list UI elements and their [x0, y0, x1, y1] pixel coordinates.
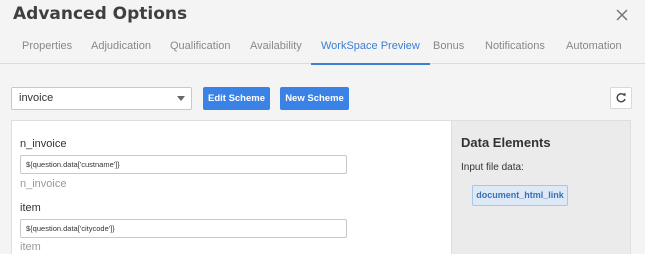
- tab-workspace-preview[interactable]: WorkSpace Preview: [311, 34, 430, 65]
- edit-scheme-button[interactable]: Edit Scheme: [203, 87, 270, 110]
- dialog-title: Advanced Options: [13, 4, 188, 24]
- data-elements-subtitle: Input file data:: [461, 162, 524, 173]
- data-elements-panel: Data Elements Input file data: document_…: [451, 120, 631, 254]
- tab-properties[interactable]: Properties: [22, 34, 72, 64]
- tab-availability[interactable]: Availability: [250, 34, 302, 64]
- tab-notifications[interactable]: Notifications: [485, 34, 545, 64]
- item-field[interactable]: ${question.data['citycode']}: [20, 219, 347, 238]
- tab-adjudication[interactable]: Adjudication: [91, 34, 151, 64]
- field-label-item: item: [20, 202, 41, 214]
- new-scheme-button[interactable]: New Scheme: [280, 87, 349, 110]
- field-sublabel-item: item: [20, 241, 41, 253]
- tab-bonus[interactable]: Bonus: [433, 34, 464, 64]
- field-sublabel-n-invoice: n_invoice: [20, 178, 67, 190]
- tab-bar: Properties Adjudication Qualification Av…: [0, 34, 645, 65]
- field-label-n-invoice: n_invoice: [20, 138, 67, 150]
- data-element-document-html-link[interactable]: document_html_link: [472, 185, 568, 206]
- n-invoice-field[interactable]: ${question.data['custname']}: [20, 155, 347, 174]
- close-icon: [616, 9, 628, 21]
- scheme-select-value: invoice: [19, 92, 54, 104]
- data-elements-title: Data Elements: [461, 135, 551, 150]
- close-button[interactable]: [611, 4, 633, 26]
- refresh-button[interactable]: [610, 87, 632, 109]
- tab-qualification[interactable]: Qualification: [170, 34, 231, 64]
- workspace-preview-panel: n_invoice ${question.data['custname']} n…: [11, 120, 451, 254]
- scheme-select[interactable]: invoice: [11, 87, 192, 110]
- tab-automation[interactable]: Automation: [566, 34, 622, 64]
- refresh-icon: [616, 93, 626, 103]
- chevron-down-icon: [177, 96, 185, 101]
